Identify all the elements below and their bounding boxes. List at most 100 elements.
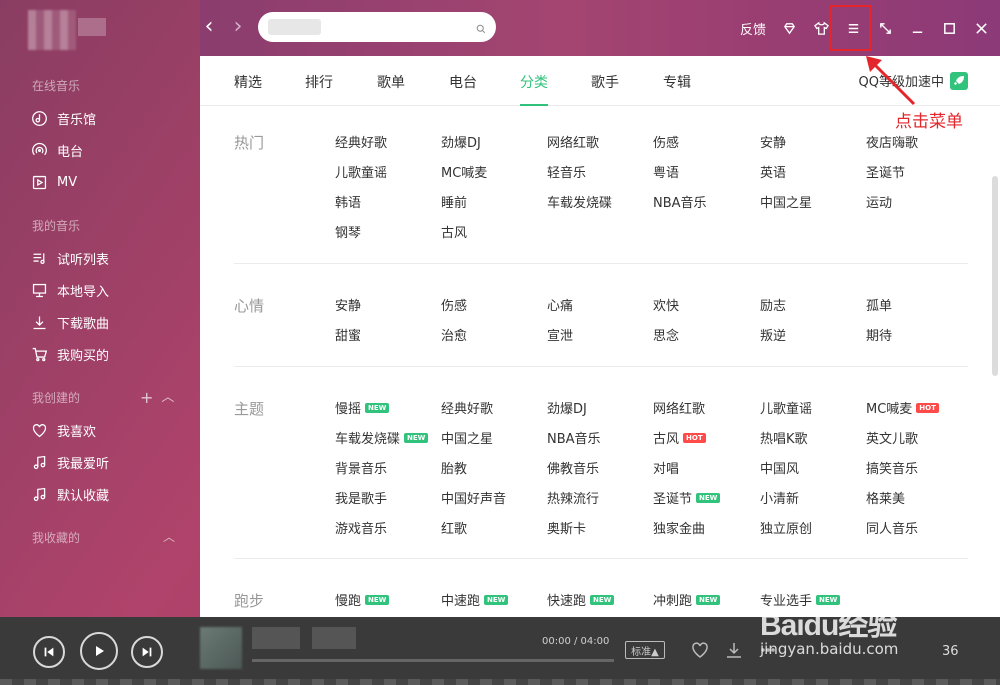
plus-icon[interactable]: + [140,388,153,408]
category-item[interactable]: 胎教 [441,458,467,477]
category-item[interactable]: 同人音乐 [866,518,918,537]
chevron-up-icon[interactable]: ︿ [163,528,175,545]
sidebar-item-like[interactable]: 我喜欢 [30,418,180,442]
scrollbar[interactable] [992,176,998,376]
sidebar-item-local[interactable]: 本地导入 [30,278,180,302]
category-item[interactable]: 运动 [866,192,892,211]
quality-button[interactable]: 标准▲ [625,641,665,659]
category-item[interactable]: 欢快 [653,295,679,314]
category-item[interactable]: 背景音乐 [335,458,387,477]
maximize-icon[interactable] [940,19,958,37]
sidebar-item-mv[interactable]: MV [30,170,180,194]
tab-playlist[interactable]: 歌单 [377,72,405,106]
category-item[interactable]: 宣泄 [547,325,573,344]
search-icon[interactable] [476,19,486,35]
category-item[interactable]: 英语 [760,162,786,181]
forward-button[interactable]: › [228,16,248,40]
sidebar-item-purchased[interactable]: 我购买的 [30,342,180,366]
minimize-icon[interactable] [908,19,926,37]
category-item[interactable]: 经典好歌 [441,398,493,417]
close-icon[interactable] [972,19,990,37]
progress-bar[interactable] [252,659,614,662]
category-item[interactable]: 热辣流行 [547,488,599,507]
category-item[interactable]: 孤单 [866,295,892,314]
category-item[interactable]: 圣诞节 [866,162,905,181]
back-button[interactable]: ‹ [199,16,219,40]
category-item[interactable]: 网络红歌 [653,398,705,417]
sidebar-item-playlist[interactable]: 试听列表 [30,246,180,270]
album-cover[interactable] [200,627,242,669]
sidebar-item-download[interactable]: 下载歌曲 [30,310,180,334]
search-box[interactable] [258,12,496,42]
category-item[interactable]: 叛逆 [760,325,786,344]
category-item[interactable]: 圣诞节 NEW [653,488,721,507]
category-item[interactable]: 中国之星 [760,192,812,211]
category-item[interactable]: 安静 [760,132,786,151]
category-item[interactable]: 期待 [866,325,892,344]
heart-icon[interactable] [690,640,710,660]
category-item[interactable]: 劲爆DJ [441,132,481,151]
playlist-count[interactable]: 36 [942,644,959,659]
song-title-blurred[interactable] [252,627,300,649]
category-item[interactable]: 热唱K歌 [760,428,808,447]
category-item[interactable]: 网络红歌 [547,132,599,151]
category-item[interactable]: 励志 [760,295,786,314]
category-item[interactable]: 英文儿歌 [866,428,918,447]
category-item[interactable]: 儿歌童谣 [760,398,812,417]
song-artist-blurred[interactable] [312,627,356,649]
category-item[interactable]: 格莱美 [866,488,905,507]
search-input[interactable] [321,20,477,34]
diamond-icon[interactable] [780,19,798,37]
tab-singer[interactable]: 歌手 [591,72,619,106]
mini-mode-icon[interactable] [876,19,894,37]
category-item[interactable]: 中国好声音 [441,488,506,507]
category-item[interactable]: 劲爆DJ [547,398,587,417]
category-item[interactable]: 儿歌童谣 [335,162,387,181]
tab-category[interactable]: 分类 [520,72,548,106]
sidebar-item-favorite[interactable]: 我最爱听 [30,450,180,474]
chevron-up-icon[interactable]: ︿ [161,388,174,408]
category-item[interactable]: 奥斯卡 [547,518,586,537]
tab-ranking[interactable]: 排行 [305,72,333,106]
category-item[interactable]: 韩语 [335,192,361,211]
tab-album[interactable]: 专辑 [663,72,691,106]
category-item[interactable]: 治愈 [441,325,467,344]
category-item[interactable]: 红歌 [441,518,467,537]
category-item[interactable]: 中国之星 [441,428,493,447]
category-item[interactable]: 冲刺跑 NEW [653,590,721,609]
avatar[interactable] [28,10,76,50]
category-item[interactable]: 对唱 [653,458,679,477]
category-item[interactable]: 古风 [441,222,467,241]
category-item[interactable]: 慢跑 NEW [335,590,390,609]
category-item[interactable]: 中国风 [760,458,799,477]
category-item[interactable]: 古风 HOT [653,428,706,447]
category-item[interactable]: 我是歌手 [335,488,387,507]
category-item[interactable]: 经典好歌 [335,132,387,151]
category-item[interactable]: 快速跑 NEW [547,590,615,609]
category-item[interactable]: 游戏音乐 [335,518,387,537]
category-item[interactable]: 车载发烧碟 [547,192,612,211]
sidebar-item-default-collection[interactable]: 默认收藏 [30,482,180,506]
skin-icon[interactable] [812,19,830,37]
category-item[interactable]: 钢琴 [335,222,361,241]
category-item[interactable]: 车载发烧碟 NEW [335,428,429,447]
category-item[interactable]: MC喊麦 [441,162,487,181]
sidebar-item-radio[interactable]: 电台 [30,138,180,162]
tab-radio[interactable]: 电台 [449,72,477,106]
category-item[interactable]: NBA音乐 [653,192,707,211]
next-button[interactable] [131,636,163,668]
category-item[interactable]: 粤语 [653,162,679,181]
category-item[interactable]: 夜店嗨歌 [866,132,918,151]
category-item[interactable]: NBA音乐 [547,428,601,447]
category-item[interactable]: 甜蜜 [335,325,361,344]
play-button[interactable] [80,632,118,670]
category-item[interactable]: 心痛 [547,295,573,314]
feedback-link[interactable]: 反馈 [740,19,766,38]
sidebar-item-music-hall[interactable]: 音乐馆 [30,106,180,130]
category-item[interactable]: 伤感 [653,132,679,151]
category-item[interactable]: 独立原创 [760,518,812,537]
category-item[interactable]: 安静 [335,295,361,314]
download-icon[interactable] [724,640,744,660]
category-item[interactable]: 佛教音乐 [547,458,599,477]
category-item[interactable]: 中速跑 NEW [441,590,509,609]
